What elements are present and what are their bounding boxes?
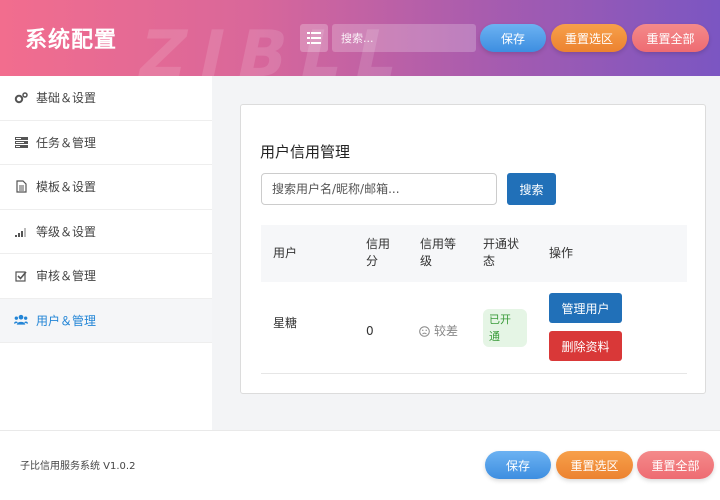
sidebar-item-label: 审核＆管理 bbox=[36, 269, 97, 284]
col-action: 操作 bbox=[549, 246, 574, 260]
sidebar-item-basic-settings[interactable]: 基础＆设置 bbox=[0, 76, 212, 121]
sidebar-item-label: 任务＆管理 bbox=[36, 135, 97, 150]
sidebar-item-template-settings[interactable]: 模板＆设置 bbox=[0, 165, 212, 210]
header-bar: ZIBLL 系统配置 保存 重置选区 重置全部 bbox=[0, 0, 720, 76]
section-title: 用户信用管理 bbox=[260, 143, 351, 161]
sidebar-item-review-management[interactable]: 审核＆管理 bbox=[0, 254, 212, 299]
user-name: 星糖 bbox=[273, 316, 298, 330]
version-label: 子比信用服务系统 V1.0.2 bbox=[20, 461, 136, 472]
file-icon bbox=[14, 180, 28, 194]
frown-icon bbox=[419, 326, 430, 337]
delete-data-button[interactable]: 删除资料 bbox=[549, 331, 622, 361]
credit-grade: 较差 bbox=[419, 323, 458, 340]
footer-save-button[interactable]: 保存 bbox=[485, 451, 551, 479]
footer-reset-all-button[interactable]: 重置全部 bbox=[637, 451, 714, 479]
gears-icon bbox=[14, 91, 28, 105]
header-save-button[interactable]: 保存 bbox=[480, 24, 546, 52]
col-status: 开通状 态 bbox=[483, 237, 520, 268]
header-search-input[interactable] bbox=[332, 24, 476, 52]
sidebar-item-level-settings[interactable]: 等级＆设置 bbox=[0, 210, 212, 254]
col-score: 信用 分 bbox=[366, 237, 391, 268]
page-title: 系统配置 bbox=[25, 28, 118, 53]
sidebar-item-label: 模板＆设置 bbox=[36, 180, 97, 195]
status-badge: 已开 通 bbox=[483, 309, 527, 347]
credit-score: 0 bbox=[366, 324, 374, 338]
footer-reset-selection-button[interactable]: 重置选区 bbox=[556, 451, 633, 479]
grade-label: 较差 bbox=[434, 324, 459, 338]
header-reset-all-button[interactable]: 重置全部 bbox=[632, 24, 709, 52]
tasks-icon bbox=[14, 135, 28, 149]
sidebar-item-task-management[interactable]: 任务＆管理 bbox=[0, 121, 212, 165]
sidebar-item-label: 等级＆设置 bbox=[36, 224, 97, 239]
sidebar-item-user-management[interactable]: 用户＆管理 bbox=[0, 298, 212, 343]
sidebar-item-label: 基础＆设置 bbox=[36, 91, 97, 106]
table-header: 用户 信用 分 信用等 级 开通状 态 操作 bbox=[261, 225, 687, 282]
list-icon bbox=[307, 32, 321, 44]
sidebar: 基础＆设置 任务＆管理 模板＆设置 等级＆设置 审核＆管理 用户＆管理 bbox=[0, 76, 212, 430]
check-square-icon bbox=[14, 269, 28, 283]
sidebar-item-label: 用户＆管理 bbox=[36, 313, 97, 328]
col-grade: 信用等 级 bbox=[420, 237, 457, 268]
credit-management-card: 用户信用管理 搜索 用户 信用 分 信用等 级 开通状 态 操作 星糖 0 较差… bbox=[240, 104, 706, 394]
users-icon bbox=[14, 313, 28, 327]
col-user: 用户 bbox=[273, 246, 298, 260]
menu-toggle-button[interactable] bbox=[300, 24, 328, 52]
footer-bar: 子比信用服务系统 V1.0.2 保存 重置选区 重置全部 bbox=[0, 430, 720, 500]
manage-user-button[interactable]: 管理用户 bbox=[549, 293, 622, 323]
header-reset-selection-button[interactable]: 重置选区 bbox=[551, 24, 627, 52]
signal-icon bbox=[14, 224, 28, 238]
search-button[interactable]: 搜索 bbox=[507, 173, 556, 205]
user-search-input[interactable] bbox=[261, 173, 497, 205]
table-row: 星糖 0 较差 已开 通 管理用户 删除资料 bbox=[261, 282, 687, 374]
